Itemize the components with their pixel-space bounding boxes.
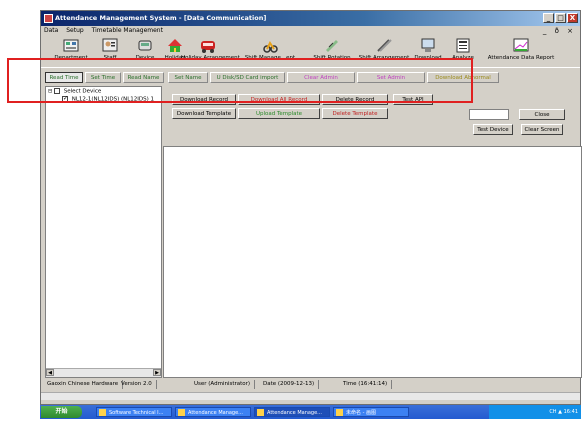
delete-record-button[interactable]: Delete Record <box>322 94 388 105</box>
tab-set-admin[interactable]: Set Admin <box>357 72 425 83</box>
status-version: Version 2.0 <box>121 380 157 389</box>
system-tray: CH ▲ 16:41 <box>489 405 581 419</box>
tab-download-abnormal[interactable]: Download Abnormal <box>427 72 499 83</box>
staff-icon <box>102 38 118 52</box>
scroll-right-icon[interactable]: ▶ <box>153 369 161 376</box>
task-label: Software Technical I... <box>109 410 164 416</box>
device-tree: ⊟ Select Device NL12-1(NL12IDS) (NL12IDS… <box>45 86 162 378</box>
status-time: Time (16:41:14) <box>343 380 393 389</box>
tab-read-time[interactable]: Read Time <box>45 72 83 83</box>
clear-screen-button[interactable]: Clear Screen <box>521 124 563 135</box>
close-button[interactable]: Close <box>519 109 565 120</box>
status-user: User (Administrator) <box>194 380 256 389</box>
task-paint[interactable]: 未命名 - 画图 <box>333 407 409 417</box>
toolbar-shift-rotation[interactable]: Shift Rotation <box>305 37 359 61</box>
test-api-button[interactable]: Test API <box>393 94 433 105</box>
download-template-button[interactable]: Download Template <box>172 108 236 119</box>
task-label: 未命名 - 画图 <box>346 410 376 416</box>
status-bar: Gaoxin Chinese Hardware Version 2.0 User… <box>45 380 576 389</box>
status-date: Date (2009-12-13) <box>263 380 320 389</box>
toolbar-label: Shift Manage...ent <box>244 55 296 61</box>
shift-arrangement-icon <box>377 39 392 52</box>
upload-template-button[interactable]: Upload Template <box>238 108 320 119</box>
task-attendance-1[interactable]: Attendance Manage... <box>175 407 251 417</box>
start-button[interactable]: 开始 <box>41 406 82 418</box>
download-record-button[interactable]: Download Record <box>172 94 236 105</box>
app-icon <box>44 14 53 23</box>
analyze-icon <box>456 38 470 53</box>
department-icon <box>63 39 79 52</box>
tree-root[interactable]: ⊟ Select Device <box>48 88 101 95</box>
close-window-button[interactable]: X <box>567 13 578 23</box>
device-input[interactable] <box>469 109 509 120</box>
tree-device[interactable]: NL12-1(NL12IDS) (NL12IDS) 1 <box>62 95 155 103</box>
menu-bar: Data Setup Timetable Management <box>41 26 580 36</box>
delete-template-button[interactable]: Delete Template <box>322 108 388 119</box>
device-checkbox[interactable] <box>62 95 68 102</box>
tab-clear-admin[interactable]: Clear Admin <box>287 72 355 83</box>
tab-read-name[interactable]: Read Name <box>123 72 164 83</box>
device-label: NL12-1(NL12IDS) (NL12IDS) 1 <box>71 96 155 103</box>
status-company: Gaoxin Chinese Hardware <box>47 380 124 389</box>
app-window: Attendance Management System - [Data Com… <box>40 10 582 405</box>
taskbar: 开始 Software Technical I... Attendance Ma… <box>40 405 581 419</box>
toolbar-holiday-arrangement[interactable]: Holiday Arrangement <box>181 37 240 61</box>
shift-management-icon <box>263 41 278 53</box>
task-software-technical[interactable]: Software Technical I... <box>96 407 172 417</box>
toolbar-label: Holiday Arrangement <box>181 55 240 61</box>
toolbar-shift-management[interactable]: Shift Manage...ent <box>243 37 297 61</box>
toolbar: Department Staff Device Holiday Holiday … <box>41 36 580 68</box>
folder-icon <box>99 409 106 416</box>
tree-scrollbar[interactable]: ◀ ▶ <box>46 368 161 377</box>
select-all-checkbox[interactable] <box>53 88 60 94</box>
tree-root-label: Select Device <box>63 88 102 95</box>
app-task-icon <box>257 409 264 416</box>
bottom-scrollbar[interactable] <box>41 392 580 400</box>
download-icon <box>421 38 435 52</box>
download-all-record-button[interactable]: Download All Record <box>238 94 320 105</box>
holiday-arrangement-icon <box>201 41 215 53</box>
test-device-button[interactable]: Test Device <box>473 124 513 135</box>
report-icon <box>513 38 529 52</box>
tab-udisk-import[interactable]: U Disk/SD Card import <box>210 72 285 83</box>
tab-set-name[interactable]: Set Name <box>168 72 208 83</box>
paint-icon <box>336 409 343 416</box>
tab-set-time[interactable]: Set Time <box>85 72 121 83</box>
task-attendance-2[interactable]: Attendance Manage... <box>254 407 330 417</box>
shift-rotation-icon <box>326 40 338 52</box>
task-label: Attendance Manage... <box>188 410 243 416</box>
task-label: Attendance Manage... <box>267 410 322 416</box>
menu-data[interactable]: Data <box>44 27 58 34</box>
scroll-left-icon[interactable]: ◀ <box>46 369 54 376</box>
mdi-controls[interactable]: _ ð × <box>543 26 576 36</box>
app-task-icon <box>178 409 185 416</box>
toolbar-report[interactable]: Attendance Data Report <box>481 37 561 61</box>
title-bar: Attendance Management System - [Data Com… <box>41 11 580 26</box>
minimize-button[interactable]: _ <box>543 13 554 23</box>
menu-timetable[interactable]: Timetable Management <box>92 27 163 34</box>
output-pane <box>163 146 582 378</box>
window-title: Attendance Management System - [Data Com… <box>55 14 267 22</box>
toolbar-label: Shift Rotation <box>313 55 351 61</box>
function-tabs: Read Time Set Time Read Name Set Name U … <box>41 70 580 85</box>
maximize-button[interactable]: □ <box>555 13 566 23</box>
toolbar-label: Attendance Data Report <box>487 55 555 61</box>
menu-setup[interactable]: Setup <box>66 27 83 34</box>
